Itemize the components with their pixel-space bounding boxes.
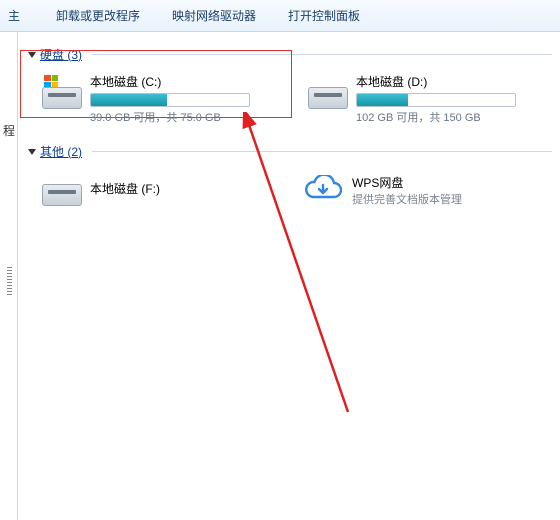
drive-stat: 39.0 GB 可用，共 75.0 GB (90, 109, 264, 125)
left-edge-fragment: 程 (3, 122, 15, 139)
drive-d[interactable]: 本地磁盘 (D:) 102 GB 可用，共 150 GB (304, 69, 534, 129)
usage-bar (356, 93, 516, 107)
collapse-icon (28, 52, 36, 58)
divider (92, 151, 552, 152)
toolbar-uninstall[interactable]: 卸载或更改程序 (56, 7, 140, 24)
splitter-handle[interactable] (7, 267, 12, 297)
drive-icon (308, 73, 348, 113)
drive-stat: 102 GB 可用，共 150 GB (356, 109, 530, 125)
toolbar-control-panel[interactable]: 打开控制面板 (288, 7, 360, 24)
drive-f[interactable]: 本地磁盘 (F:) (38, 166, 268, 214)
drive-name: 本地磁盘 (F:) (90, 180, 160, 197)
drive-name: 本地磁盘 (D:) (356, 73, 530, 90)
group-hdd-label[interactable]: 硬盘 (3) (40, 46, 82, 63)
divider (92, 54, 552, 55)
wps-cloud[interactable]: WPS网盘 提供完善文档版本管理 (304, 166, 524, 214)
drives-row: 本地磁盘 (C:) 39.0 GB 可用，共 75.0 GB 本地磁盘 (D:)… (38, 69, 552, 129)
drive-icon (42, 73, 82, 113)
usage-bar (90, 93, 250, 107)
group-header-other[interactable]: 其他 (2) (28, 143, 552, 160)
wps-title: WPS网盘 (352, 174, 462, 191)
toolbar-map-drive[interactable]: 映射网络驱动器 (172, 7, 256, 24)
toolbar-left-fragment: 主 (8, 7, 20, 24)
cloud-icon (304, 175, 342, 205)
drive-icon (42, 170, 82, 210)
group-other-label[interactable]: 其他 (2) (40, 143, 82, 160)
content: 程 硬盘 (3) 本地磁盘 (C:) 39.0 GB 可用，共 75.0 GB (0, 32, 560, 520)
toolbar: 主 卸载或更改程序 映射网络驱动器 打开控制面板 (0, 0, 560, 32)
drive-c[interactable]: 本地磁盘 (C:) 39.0 GB 可用，共 75.0 GB (38, 69, 268, 129)
group-header-hdd[interactable]: 硬盘 (3) (28, 46, 552, 63)
drive-name: 本地磁盘 (C:) (90, 73, 264, 90)
left-pane-edge: 程 (0, 32, 18, 520)
collapse-icon (28, 149, 36, 155)
wps-subtitle: 提供完善文档版本管理 (352, 191, 462, 207)
windows-flag-icon (44, 75, 58, 87)
other-row: 本地磁盘 (F:) WPS网盘 提供完善文档版本管理 (38, 166, 552, 214)
main-pane: 硬盘 (3) 本地磁盘 (C:) 39.0 GB 可用，共 75.0 GB (18, 32, 560, 520)
